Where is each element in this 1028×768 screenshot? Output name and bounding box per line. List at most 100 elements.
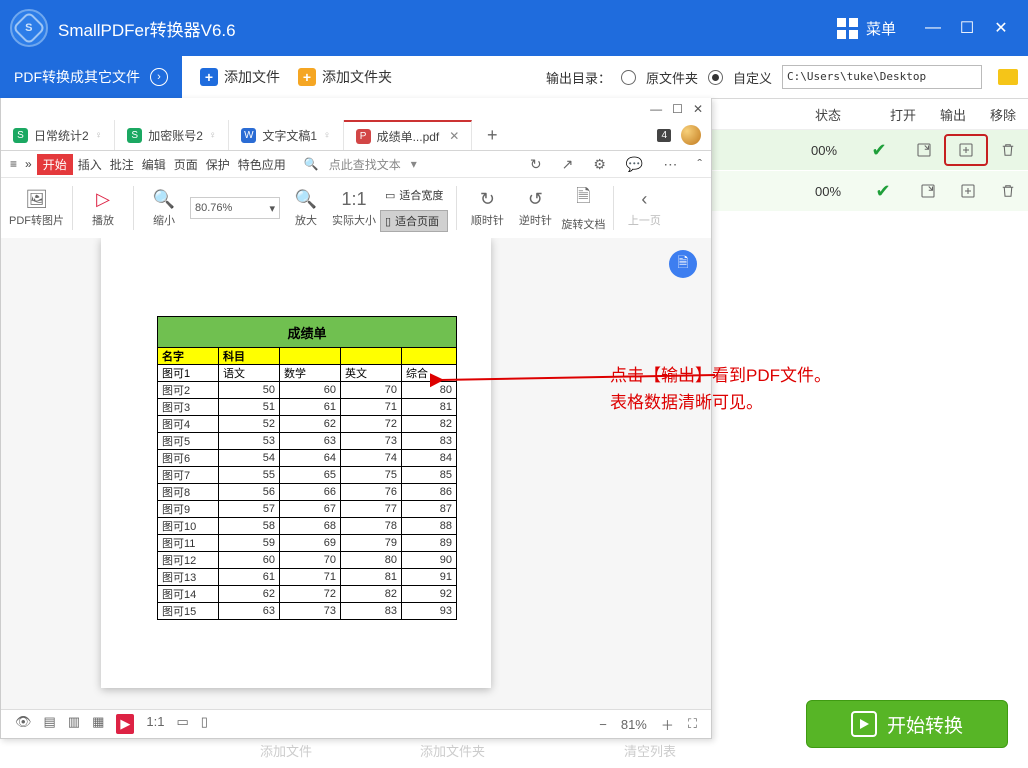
viewer-maximize[interactable]: ☐ bbox=[672, 102, 683, 116]
layout3-icon[interactable]: ▦ bbox=[92, 714, 104, 734]
viewer-tab[interactable]: S加密账号2♀ bbox=[115, 120, 229, 150]
rotate-ccw-button[interactable]: ↺逆时针 bbox=[513, 189, 557, 228]
menu-item[interactable]: 编辑 bbox=[139, 154, 169, 175]
chat-icon[interactable]: 💬 bbox=[623, 154, 646, 175]
mode1-icon[interactable]: 1:1 bbox=[146, 714, 164, 734]
tab-close-icon[interactable]: ✕ bbox=[449, 129, 459, 143]
zoom-out-button[interactable]: 🔍缩小 bbox=[142, 189, 186, 228]
sheet-cell: 图可8 bbox=[158, 484, 219, 501]
open-button[interactable] bbox=[908, 178, 948, 204]
new-tab-button[interactable]: + bbox=[472, 120, 512, 150]
search-placeholder: 点此查找文本 bbox=[326, 154, 404, 175]
chevron-right-icon: › bbox=[150, 68, 168, 86]
viewer-tab[interactable]: P成绩单...pdf✕ bbox=[344, 120, 473, 150]
search-box[interactable]: 🔍 点此查找文本 ▾ bbox=[301, 154, 441, 175]
menu-icon[interactable] bbox=[837, 18, 858, 39]
rotate-doc-button[interactable]: 🗎旋转文档 bbox=[561, 184, 605, 232]
sheet-cell: 62 bbox=[280, 416, 341, 433]
output-button[interactable] bbox=[948, 178, 988, 204]
rotate-cw-button[interactable]: ↻顺时针 bbox=[465, 189, 509, 228]
layout2-icon[interactable]: ▥ bbox=[68, 714, 80, 734]
radio-original[interactable] bbox=[621, 70, 636, 85]
output-path-field[interactable]: C:\Users\tuke\Desktop bbox=[782, 65, 982, 89]
fullscreen-icon[interactable]: ⛶ bbox=[688, 716, 697, 732]
check-icon: ✔ bbox=[858, 181, 908, 202]
avatar[interactable] bbox=[681, 125, 701, 145]
sheet-cell: 86 bbox=[402, 484, 457, 501]
actual-size-button[interactable]: 1:1实际大小 bbox=[332, 189, 376, 228]
open-button[interactable] bbox=[904, 137, 944, 163]
menu-start[interactable]: 开始 bbox=[37, 154, 73, 175]
menu-item[interactable]: 插入 bbox=[75, 154, 105, 175]
viewer-tab[interactable]: W文字文稿1♀ bbox=[229, 120, 343, 150]
sheet-header bbox=[341, 348, 402, 365]
fit-width-button[interactable]: ▭适合宽度 bbox=[380, 184, 448, 206]
sheet-cell: 83 bbox=[402, 433, 457, 450]
radio-custom[interactable] bbox=[708, 70, 723, 85]
menu-label[interactable]: 菜单 bbox=[866, 18, 896, 39]
viewer-tabs: S日常统计2♀S加密账号2♀W文字文稿1♀P成绩单...pdf✕+ 4 bbox=[1, 120, 711, 151]
close-button[interactable]: ✕ bbox=[984, 14, 1018, 42]
chevron-up-icon[interactable]: ˆ bbox=[694, 154, 705, 175]
zoom-in-button[interactable]: 🔍放大 bbox=[284, 189, 328, 228]
add-file-button[interactable]: +添加文件 bbox=[200, 67, 280, 87]
menu-item[interactable]: 保护 bbox=[203, 154, 233, 175]
start-convert-button[interactable]: 开始转换 bbox=[806, 700, 1008, 748]
more-h-icon[interactable]: ⋯ bbox=[660, 154, 680, 175]
gear-icon[interactable]: ⚙ bbox=[590, 154, 609, 175]
ghost-addfile: 添加文件 bbox=[260, 741, 312, 760]
sheet-cell: 50 bbox=[219, 382, 280, 399]
output-button[interactable] bbox=[944, 134, 988, 166]
pdf-viewer-window: — ☐ ✕ S日常统计2♀S加密账号2♀W文字文稿1♀P成绩单...pdf✕+ … bbox=[0, 98, 712, 739]
folder-icon[interactable] bbox=[998, 69, 1018, 85]
mode3-icon[interactable]: ▯ bbox=[201, 714, 208, 734]
more-icon[interactable]: » bbox=[22, 155, 35, 173]
menu-item[interactable]: 批注 bbox=[107, 154, 137, 175]
play-button[interactable]: ▷播放 bbox=[81, 189, 125, 228]
viewer-minimize[interactable]: — bbox=[650, 102, 662, 116]
sheet-cell: 81 bbox=[341, 569, 402, 586]
sheet-cell: 52 bbox=[219, 416, 280, 433]
minimize-button[interactable]: — bbox=[916, 14, 950, 42]
zoom-level[interactable]: 80.76%▾ bbox=[190, 197, 280, 219]
sheet-header bbox=[280, 348, 341, 365]
fit-page-button[interactable]: ▯适合页面 bbox=[380, 210, 448, 232]
sheet-cell: 93 bbox=[402, 603, 457, 620]
play-icon[interactable]: ▶ bbox=[116, 714, 134, 734]
pdf-to-image-button[interactable]: 🖼PDF转图片 bbox=[9, 189, 64, 228]
viewer-close[interactable]: ✕ bbox=[693, 102, 703, 116]
maximize-button[interactable]: ☐ bbox=[950, 14, 984, 42]
share-icon[interactable]: ↗ bbox=[559, 154, 577, 175]
eye-icon[interactable]: 👁 bbox=[15, 714, 32, 734]
sheet-cell: 69 bbox=[280, 535, 341, 552]
sheet-cell: 图可13 bbox=[158, 569, 219, 586]
main-toolbar: PDF转换成其它文件 › +添加文件 +添加文件夹 输出目录： 原文件夹 自定义… bbox=[0, 56, 1028, 99]
sync-icon[interactable]: ↻ bbox=[527, 154, 545, 175]
sheet-header: 名字 bbox=[158, 348, 219, 365]
sheet-cell: 72 bbox=[280, 586, 341, 603]
zoom-plus[interactable]: ＋ bbox=[661, 715, 674, 734]
app-title: SmallPDFer转换器V6.6 bbox=[58, 16, 236, 41]
viewer-canvas[interactable]: 🗎 成绩单名字科目图可1语文数学英文综合图可250607080图可3516171… bbox=[1, 238, 711, 710]
mode-button[interactable]: PDF转换成其它文件 › bbox=[0, 56, 182, 98]
add-folder-button[interactable]: +添加文件夹 bbox=[298, 67, 392, 87]
zoom-minus[interactable]: − bbox=[599, 717, 607, 732]
sheet-cell: 71 bbox=[280, 569, 341, 586]
layout1-icon[interactable]: ▤ bbox=[44, 714, 56, 734]
pdf-page: 成绩单名字科目图可1语文数学英文综合图可250607080图可351617181… bbox=[101, 238, 491, 688]
sheet-subheader: 数学 bbox=[280, 365, 341, 382]
annotation-line1: 点击【输出】看到PDF文件。 bbox=[610, 362, 831, 389]
viewer-tab[interactable]: S日常统计2♀ bbox=[1, 120, 115, 150]
rotate-ccw-icon: ↺ bbox=[528, 189, 543, 210]
delete-button[interactable] bbox=[988, 137, 1028, 163]
sheet-cell: 75 bbox=[341, 467, 402, 484]
sheet-cell: 59 bbox=[219, 535, 280, 552]
float-action-button[interactable]: 🗎 bbox=[669, 250, 697, 278]
prev-page-button[interactable]: ‹上一页 bbox=[622, 189, 666, 228]
menu-item[interactable]: 特色应用 bbox=[235, 154, 289, 175]
hamburger-icon[interactable]: ≡ bbox=[7, 155, 20, 173]
sheet-cell: 图可14 bbox=[158, 586, 219, 603]
mode2-icon[interactable]: ▭ bbox=[176, 714, 188, 734]
menu-item[interactable]: 页面 bbox=[171, 154, 201, 175]
delete-button[interactable] bbox=[988, 178, 1028, 204]
